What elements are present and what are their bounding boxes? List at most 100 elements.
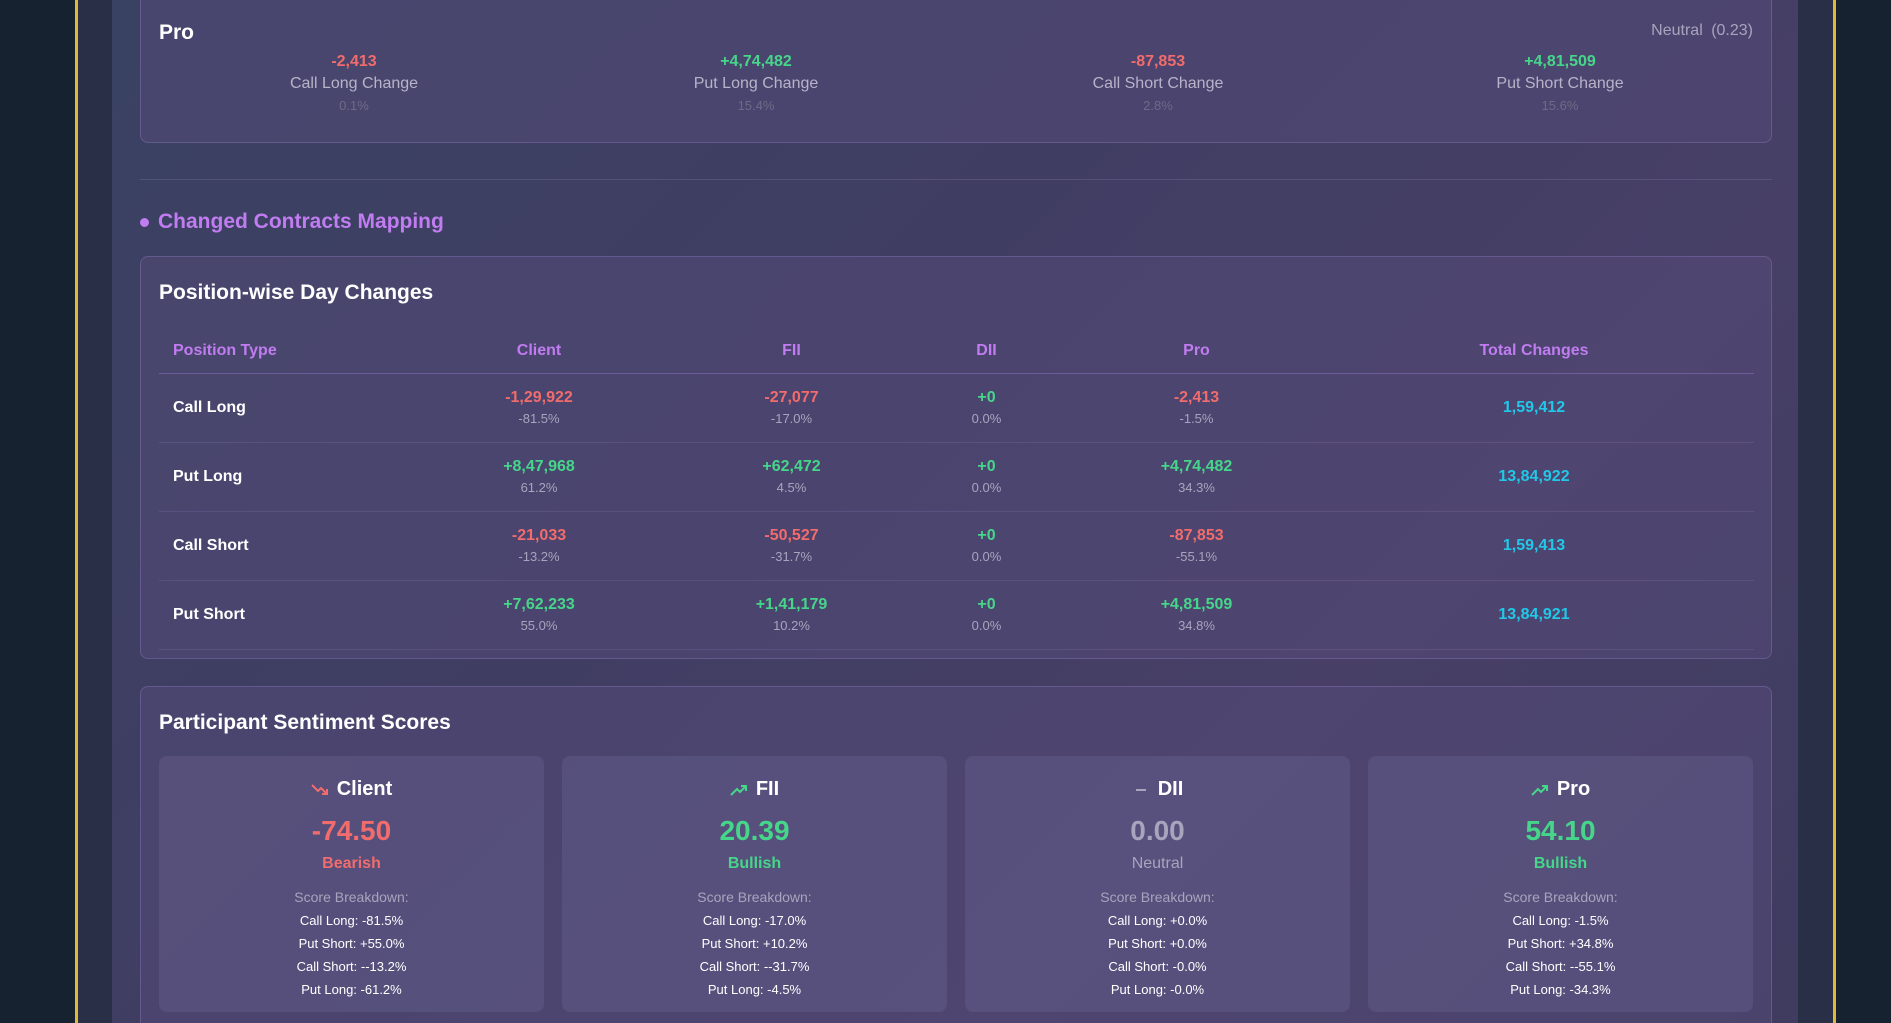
position-type-cell: Call Long [159, 373, 389, 443]
breakdown-label: Score Breakdown: [1100, 889, 1215, 905]
pro-summary-card: Pro Neutral (0.23) -2,413 Call Long Chan… [140, 0, 1772, 143]
breakdown-line: Call Long: -81.5% [299, 913, 404, 928]
pro-stat-label: Call Long Change [289, 75, 419, 92]
breakdown-label: Score Breakdown: [294, 889, 409, 905]
pro-stat-pct: 15.6% [1541, 98, 1579, 113]
dii-cell: +0 0.0% [894, 511, 1079, 581]
column-header[interactable]: FII [689, 330, 894, 374]
pro-stat-value: +4,81,509 [1524, 53, 1596, 70]
fii-cell: -27,077 -17.0% [689, 373, 894, 443]
participant-name: Pro [1556, 778, 1591, 800]
column-header[interactable]: Total Changes [1314, 330, 1754, 374]
cell-pct: -55.1% [1175, 549, 1218, 564]
client-cell: -21,033 -13.2% [389, 511, 689, 581]
position-changes-card: Position-wise Day Changes Position Type … [140, 256, 1772, 659]
pro-stat-call-long: -2,413 Call Long Change 0.1% [204, 53, 504, 113]
cell-pct: 10.2% [773, 618, 810, 633]
pro-cell: +4,81,509 34.8% [1079, 580, 1314, 650]
total-value: 13,84,921 [1498, 605, 1570, 623]
column-header[interactable]: Pro [1079, 330, 1314, 374]
pro-cell: +4,74,482 34.3% [1079, 442, 1314, 512]
client-cell: +8,47,968 61.2% [389, 442, 689, 512]
column-header[interactable]: DII [894, 330, 1079, 374]
breakdown-line: Put Short: +55.0% [298, 936, 405, 951]
section-divider [140, 179, 1772, 180]
cell-value: -27,077 [764, 389, 819, 406]
position-changes-table: Position Type Client FII DII Pro Total C… [159, 330, 1754, 650]
sentiment-box-header: Pro [1368, 778, 1753, 801]
column-header[interactable]: Client [389, 330, 689, 374]
cell-pct: 34.3% [1178, 480, 1215, 495]
cell-value: +0 [977, 527, 996, 544]
sentiment-box-client: Client -74.50 Bearish Score Breakdown: C… [159, 756, 544, 1012]
cell-value: +4,74,482 [1160, 458, 1233, 475]
pro-stat-value: -2,413 [331, 53, 377, 70]
breakdown-line: Call Short: --55.1% [1505, 959, 1616, 974]
cell-value: -21,033 [511, 527, 567, 544]
sentiment-score: 20.39 [719, 815, 790, 846]
cell-value: +0 [977, 458, 996, 475]
sentiment-box-dii: DII 0.00 Neutral Score Breakdown: Call L… [965, 756, 1350, 1012]
pro-status: Neutral (0.23) [1651, 22, 1753, 40]
breakdown-label: Score Breakdown: [1503, 889, 1618, 905]
breakdown-line: Put Long: -4.5% [707, 982, 802, 997]
column-header[interactable]: Position Type [159, 330, 389, 374]
section-heading: Changed Contracts Mapping [140, 210, 444, 234]
cell-pct: 55.0% [520, 618, 558, 633]
table-row: Put Short +7,62,233 55.0% +1,41,179 10.2% … [159, 580, 1754, 650]
cell-value: -2,413 [1173, 389, 1220, 406]
cell-pct: -81.5% [518, 411, 560, 426]
dii-cell: +0 0.0% [894, 580, 1079, 650]
participant-name: DII [1157, 778, 1184, 800]
pro-card-title: Pro [159, 21, 195, 44]
cell-pct: -31.7% [770, 549, 813, 564]
client-cell: -1,29,922 -81.5% [389, 373, 689, 443]
total-cell: 13,84,921 [1314, 580, 1754, 650]
sentiment-label: Bullish [727, 855, 782, 872]
cell-pct: 4.5% [776, 480, 807, 495]
breakdown-label: Score Breakdown: [697, 889, 812, 905]
pro-cell: -87,853 -55.1% [1079, 511, 1314, 581]
pro-stat-put-long: +4,74,482 Put Long Change 15.4% [606, 53, 906, 113]
left-gutter [0, 0, 75, 1023]
participant-name: FII [755, 778, 780, 800]
table-row: Put Long +8,47,968 61.2% +62,472 4.5% +0 0.… [159, 442, 1754, 512]
breakdown-line: Put Short: +0.0% [1108, 936, 1207, 951]
breakdown-line: Put Long: -34.3% [1510, 982, 1611, 997]
sentiment-score: 54.10 [1525, 815, 1596, 846]
cell-pct: 0.0% [971, 411, 1002, 426]
sentiment-box-header: FII [562, 778, 947, 801]
breakdown-line: Call Short: --13.2% [296, 959, 407, 974]
trending-up-icon [1531, 784, 1548, 796]
total-value: 13,84,922 [1498, 467, 1570, 485]
total-value: 1,59,413 [1502, 536, 1566, 554]
participant-name: Client [336, 778, 393, 800]
position-type-cell: Call Short [159, 511, 389, 581]
pro-stat-value: +4,74,482 [720, 53, 792, 70]
table-header-row: Position Type Client FII DII Pro Total C… [159, 330, 1754, 374]
sentiment-label: Neutral [1131, 855, 1184, 872]
total-value: 1,59,412 [1502, 398, 1566, 416]
cell-value: +0 [977, 389, 996, 406]
sentiment-scores-card: Participant Sentiment Scores Client -74.… [140, 686, 1772, 1023]
cell-pct: 0.0% [971, 480, 1002, 495]
position-type-cell: Put Short [159, 580, 389, 650]
cell-value: +62,472 [762, 458, 821, 475]
total-cell: 1,59,413 [1314, 511, 1754, 581]
table-row: Call Long -1,29,922 -81.5% -27,077 -17.0% … [159, 373, 1754, 443]
dii-cell: +0 0.0% [894, 442, 1079, 512]
cell-pct: 0.0% [971, 549, 1002, 564]
pro-stat-pct: 15.4% [737, 98, 775, 113]
pro-stat-pct: 2.8% [1143, 98, 1173, 113]
fii-cell: +62,472 4.5% [689, 442, 894, 512]
minus-icon [1135, 788, 1146, 791]
sentiment-box-fii: FII 20.39 Bullish Score Breakdown: Call … [562, 756, 947, 1012]
cell-value: +7,62,233 [503, 596, 575, 613]
cell-value: +4,81,509 [1160, 596, 1233, 613]
cell-pct: 0.0% [971, 618, 1002, 633]
cell-pct: -13.2% [518, 549, 560, 564]
cell-value: +1,41,179 [755, 596, 828, 613]
right-gutter [1836, 0, 1891, 1023]
sentiment-box-pro: Pro 54.10 Bullish Score Breakdown: Call … [1368, 756, 1753, 1012]
bullet-dot-icon [140, 217, 149, 227]
